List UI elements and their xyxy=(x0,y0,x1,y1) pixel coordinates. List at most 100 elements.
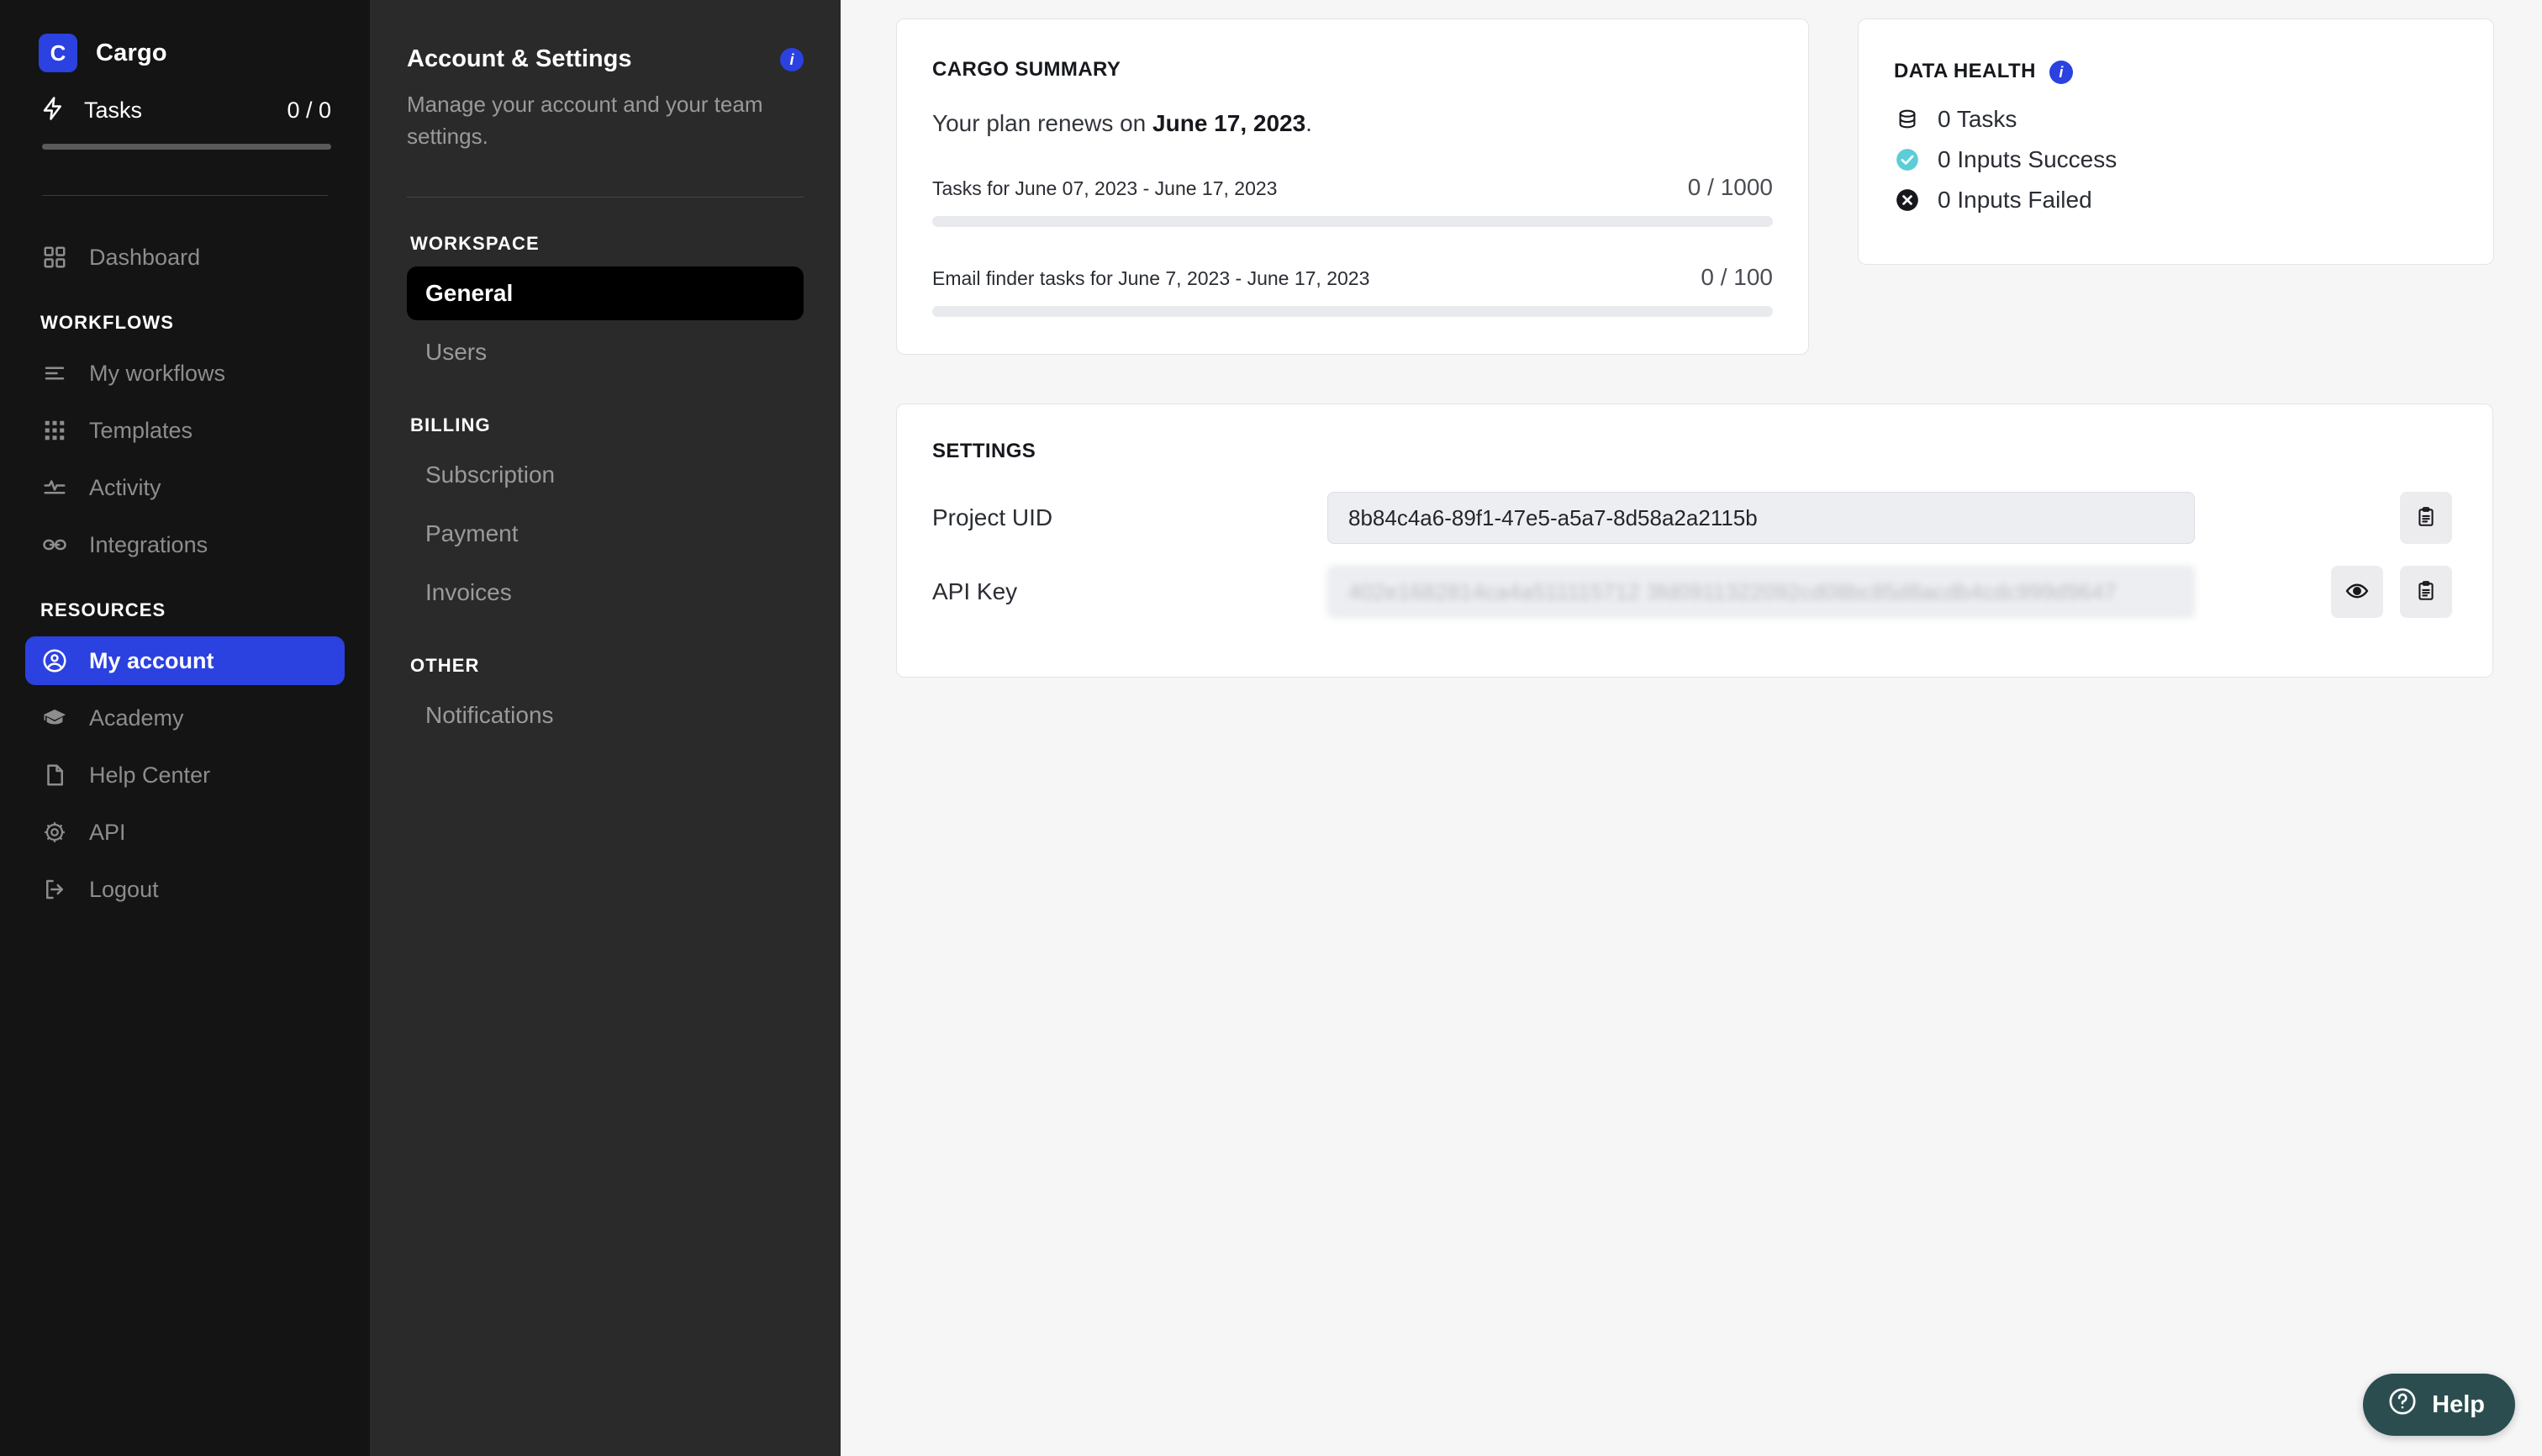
settings-card: SETTINGS Project UID 8b84c4a6-89f1-47e5-… xyxy=(896,404,2493,678)
main-content: CARGO SUMMARY Your plan renews on June 1… xyxy=(841,0,2542,1456)
clipboard-icon xyxy=(2415,506,2437,530)
tasks-progress-bar xyxy=(42,144,331,150)
copy-project-uid-button[interactable] xyxy=(2400,492,2452,544)
tasks-meter[interactable]: Tasks 0 / 0 xyxy=(22,72,348,125)
project-uid-label: Project UID xyxy=(932,504,1053,530)
settings-group-other: OTHER xyxy=(410,654,480,676)
settings-card-title: SETTINGS xyxy=(932,440,1036,462)
sidebar-item-dashboard[interactable]: Dashboard xyxy=(25,233,345,282)
plan-renewal-text: Your plan renews on June 17, 2023. xyxy=(932,110,1773,137)
cargo-summary-title: CARGO SUMMARY xyxy=(932,58,1121,81)
data-health-header: DATA HEALTH i xyxy=(1894,58,2458,84)
sidebar-item-templates[interactable]: Templates xyxy=(25,406,345,455)
project-uid-field[interactable]: 8b84c4a6-89f1-47e5-a5a7-8d58a2a2115b xyxy=(1327,492,2195,544)
api-key-label: API Key xyxy=(932,578,1018,604)
settings-item-invoices[interactable]: Invoices xyxy=(407,566,804,620)
health-label: 0 Inputs Success xyxy=(1938,146,2117,172)
sidebar-item-my-account[interactable]: My account xyxy=(25,636,345,685)
quota-email-finder: Email finder tasks for June 7, 2023 - Ju… xyxy=(932,264,1773,317)
project-uid-actions xyxy=(2331,492,2457,544)
health-label: 0 Tasks xyxy=(1938,106,2017,132)
quota-header: Tasks for June 07, 2023 - June 17, 2023 … xyxy=(932,174,1773,201)
settings-group-billing: BILLING xyxy=(410,414,491,435)
api-key-actions xyxy=(2331,566,2457,618)
settings-divider xyxy=(407,196,804,198)
sidebar-item-integrations[interactable]: Integrations xyxy=(25,520,345,569)
eye-icon xyxy=(2345,579,2369,605)
dots-grid-icon xyxy=(40,416,69,445)
primary-sidebar: C Cargo Tasks 0 / 0 Dashboard WORKFLOWS xyxy=(0,0,370,1456)
brand-name: Cargo xyxy=(96,39,167,66)
sidebar-item-api[interactable]: API xyxy=(25,808,345,857)
quota-value: 0 / 100 xyxy=(1701,264,1773,290)
user-circle-icon xyxy=(40,646,69,675)
settings-item-users[interactable]: Users xyxy=(407,325,804,379)
sidebar-section-workflows: WORKFLOWS xyxy=(40,312,174,333)
help-label: Help xyxy=(2432,1390,2485,1418)
health-row-inputs-success: 0 Inputs Success xyxy=(1894,146,2458,173)
cargo-logo-icon: C xyxy=(39,34,77,72)
sidebar-item-help-center[interactable]: Help Center xyxy=(25,751,345,799)
settings-header: Account & Settings i xyxy=(407,34,804,73)
quota-label: Email finder tasks for June 7, 2023 - Ju… xyxy=(932,267,1370,289)
app-root: C Cargo Tasks 0 / 0 Dashboard WORKFLOWS xyxy=(0,0,2542,1456)
sidebar-nav: Dashboard WORKFLOWS My workflows Templat… xyxy=(22,233,348,922)
settings-sidebar: Account & Settings i Manage your account… xyxy=(370,0,841,1456)
quota-label: Tasks for June 07, 2023 - June 17, 2023 xyxy=(932,177,1278,199)
top-cards-row: CARGO SUMMARY Your plan renews on June 1… xyxy=(896,18,2517,355)
sidebar-item-label: Dashboard xyxy=(89,244,201,270)
sidebar-item-label: Academy xyxy=(89,704,184,731)
settings-subtitle: Manage your account and your team settin… xyxy=(407,92,763,150)
x-circle-icon xyxy=(1894,187,1921,214)
health-row-inputs-failed: 0 Inputs Failed xyxy=(1894,187,2458,214)
data-health-title: DATA HEALTH xyxy=(1894,59,2036,82)
sidebar-item-activity[interactable]: Activity xyxy=(25,463,345,512)
settings-item-subscription[interactable]: Subscription xyxy=(407,448,804,502)
help-button[interactable]: Help xyxy=(2363,1374,2515,1436)
info-icon[interactable]: i xyxy=(780,48,804,71)
settings-fields: Project UID 8b84c4a6-89f1-47e5-a5a7-8d58… xyxy=(932,492,2457,618)
renew-date: June 17, 2023 xyxy=(1152,110,1306,136)
info-icon[interactable]: i xyxy=(2049,61,2073,84)
sidebar-divider xyxy=(42,195,328,196)
list-icon xyxy=(40,359,69,388)
clipboard-icon xyxy=(2415,580,2437,604)
grid-icon xyxy=(40,243,69,272)
check-circle-icon xyxy=(1894,146,1921,173)
settings-item-payment[interactable]: Payment xyxy=(407,507,804,561)
sidebar-item-label: My workflows xyxy=(89,360,226,386)
sidebar-item-logout[interactable]: Logout xyxy=(25,865,345,914)
sidebar-item-academy[interactable]: Academy xyxy=(25,694,345,742)
api-key-field[interactable]: 402e1682814ca4a511115712 3fd0911322092cd… xyxy=(1327,566,2195,618)
copy-api-key-button[interactable] xyxy=(2400,566,2452,618)
quota-progress-track xyxy=(932,216,1773,227)
quota-progress-track xyxy=(932,306,1773,317)
document-icon xyxy=(40,761,69,789)
activity-pulse-icon xyxy=(40,473,69,502)
settings-item-general[interactable]: General xyxy=(407,266,804,320)
quota-value: 0 / 1000 xyxy=(1687,174,1773,200)
settings-title: Account & Settings xyxy=(407,45,632,72)
quota-header: Email finder tasks for June 7, 2023 - Ju… xyxy=(932,264,1773,291)
logout-icon xyxy=(40,875,69,904)
sidebar-item-label: Templates xyxy=(89,417,193,443)
settings-item-notifications[interactable]: Notifications xyxy=(407,688,804,742)
sidebar-item-label: Integrations xyxy=(89,531,208,557)
sidebar-item-label: Help Center xyxy=(89,762,211,788)
sidebar-item-label: Logout xyxy=(89,876,159,902)
gear-icon xyxy=(40,818,69,847)
brand[interactable]: C Cargo xyxy=(22,29,348,72)
database-icon xyxy=(1894,106,1921,133)
reveal-api-key-button[interactable] xyxy=(2331,566,2383,618)
link-icon xyxy=(40,530,69,559)
question-circle-icon xyxy=(2388,1387,2417,1422)
data-health-list: 0 Tasks 0 Inputs Success 0 Inputs Failed xyxy=(1894,106,2458,214)
api-key-row: API Key 402e1682814ca4a511115712 3fd0911… xyxy=(932,566,2457,618)
sidebar-item-label: My account xyxy=(89,647,214,673)
quota-tasks: Tasks for June 07, 2023 - June 17, 2023 … xyxy=(932,174,1773,227)
sidebar-item-my-workflows[interactable]: My workflows xyxy=(25,349,345,398)
graduation-cap-icon xyxy=(40,704,69,732)
tasks-count: 0 / 0 xyxy=(287,98,331,123)
tasks-label: Tasks xyxy=(84,98,143,123)
data-health-card: DATA HEALTH i 0 Tasks 0 Inputs Success 0… xyxy=(1858,18,2494,265)
